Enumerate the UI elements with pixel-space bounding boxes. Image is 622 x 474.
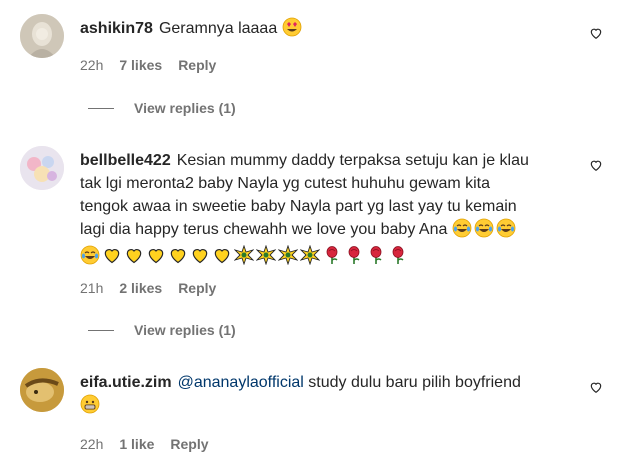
timestamp: 22h	[80, 57, 104, 73]
yellow-heart-emoji	[168, 245, 188, 272]
heart-icon[interactable]	[589, 380, 603, 394]
heart-icon[interactable]	[589, 26, 603, 40]
divider-line	[88, 329, 114, 331]
timestamp: 21h	[80, 280, 104, 296]
sparkle-emoji	[233, 244, 255, 272]
view-replies-label: View replies (1)	[134, 322, 236, 338]
rose-emoji	[322, 245, 342, 272]
view-replies-button[interactable]: View replies (1)	[88, 322, 236, 338]
like-count[interactable]: 1 like	[119, 436, 154, 452]
reply-button[interactable]: Reply	[178, 280, 216, 296]
emoji-row	[80, 244, 410, 266]
tears-of-joy-emoji	[496, 218, 516, 245]
comment-body: study dulu baru pilih boyfriend	[308, 374, 521, 391]
comment-text: ashikin78 Geramnya laaaa	[80, 17, 540, 44]
comment-meta: 21h 2 likes Reply	[80, 280, 216, 296]
tears-of-joy-emoji	[80, 245, 100, 272]
reply-button[interactable]: Reply	[178, 57, 216, 73]
comment-meta: 22h 1 like Reply	[80, 436, 209, 452]
avatar[interactable]	[20, 368, 64, 412]
username[interactable]: eifa.utie.zim	[80, 374, 172, 391]
divider-line	[88, 107, 114, 109]
username[interactable]: ashikin78	[80, 20, 153, 37]
reply-button[interactable]: Reply	[170, 436, 208, 452]
grinning-emoji	[80, 394, 100, 421]
comment-meta: 22h 7 likes Reply	[80, 57, 216, 73]
yellow-heart-emoji	[124, 245, 144, 272]
avatar[interactable]	[20, 14, 64, 58]
comment-text: bellbelle422 Kesian mummy daddy terpaksa …	[80, 149, 540, 272]
heart-eyes-emoji	[282, 17, 302, 44]
rose-emoji	[388, 245, 408, 272]
tears-of-joy-emoji	[474, 218, 494, 245]
comment-text: eifa.utie.zim @ananaylaofficial study dul…	[80, 371, 540, 421]
yellow-heart-emoji	[146, 245, 166, 272]
like-count[interactable]: 2 likes	[119, 280, 162, 296]
heart-icon[interactable]	[589, 158, 603, 172]
tears-of-joy-emoji	[452, 218, 472, 245]
mention-link[interactable]: @ananaylaofficial	[178, 374, 304, 391]
rose-emoji	[344, 245, 364, 272]
yellow-heart-emoji	[212, 245, 232, 272]
yellow-heart-emoji	[190, 245, 210, 272]
sparkle-emoji	[255, 244, 277, 272]
view-replies-button[interactable]: View replies (1)	[88, 100, 236, 116]
sparkle-emoji	[277, 244, 299, 272]
sparkle-emoji	[299, 244, 321, 272]
rose-emoji	[366, 245, 386, 272]
yellow-heart-emoji	[102, 245, 122, 272]
timestamp: 22h	[80, 436, 104, 452]
like-count[interactable]: 7 likes	[119, 57, 162, 73]
comment-body: Geramnya laaaa	[158, 20, 278, 37]
view-replies-label: View replies (1)	[134, 100, 236, 116]
username[interactable]: bellbelle422	[80, 152, 171, 169]
avatar[interactable]	[20, 146, 64, 190]
